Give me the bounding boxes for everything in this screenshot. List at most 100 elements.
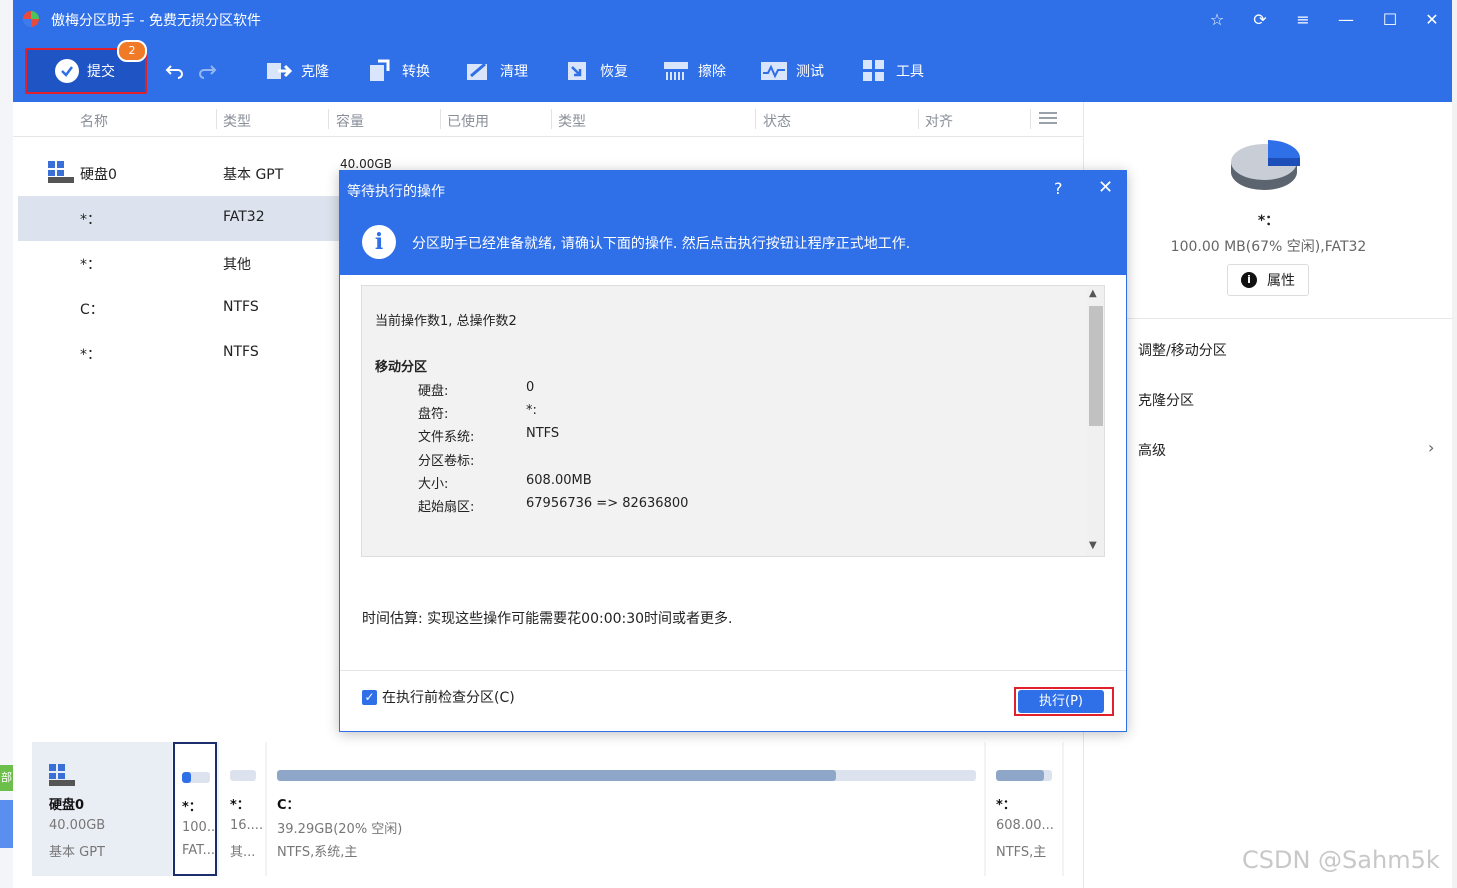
- disk-icon: [49, 764, 75, 786]
- divider: [340, 670, 1126, 671]
- usage-fill: [996, 770, 1044, 781]
- scroll-down-icon[interactable]: ▼: [1089, 540, 1097, 551]
- operations-list[interactable]: 当前操作数1, 总操作数2 移动分区 硬盘: 0 盘符: *: 文件系统: NT…: [361, 285, 1105, 557]
- resize-move-partition-action[interactable]: 调整/移动分区: [1138, 340, 1227, 360]
- col-divider: [440, 109, 441, 129]
- disk-map: 硬盘0 40.00GB 基本 GPT *： 100... FAT... *： 1…: [32, 742, 1064, 876]
- detail-value: NTFS: [526, 426, 560, 441]
- detail-key: 大小:: [418, 477, 449, 492]
- clean-icon: [464, 58, 492, 84]
- detail-value: *:: [526, 403, 537, 418]
- usage-bar: [996, 770, 1052, 781]
- title-bar: 傲梅分区助手 - 免费无损分区软件 ☆ ⟳ ≡ — ☐ ✕: [13, 0, 1452, 40]
- advanced-action[interactable]: 高级: [1138, 440, 1166, 460]
- disk-map-disk[interactable]: 硬盘0 40.00GB 基本 GPT: [32, 742, 172, 876]
- toolbar-wipe[interactable]: 擦除: [662, 56, 726, 86]
- usage-bar: [230, 770, 256, 781]
- minimize-icon[interactable]: —: [1333, 8, 1359, 32]
- partition-fs: NTFS,系统,主: [277, 845, 358, 860]
- table-header: 名称 类型 容量 已使用 类型 状态 对齐: [13, 102, 1083, 137]
- left-edge-strip: 部: [0, 0, 13, 888]
- pending-count-badge: 2: [117, 40, 147, 62]
- watermark: CSDN @Sahm5k: [1242, 846, 1440, 874]
- help-icon[interactable]: ?: [1054, 179, 1063, 198]
- time-estimate: 时间估算: 实现这些操作可能需要花00:00:30时间或者更多.: [362, 611, 733, 627]
- chevron-right-icon[interactable]: ›: [1428, 438, 1434, 457]
- disk-map-partition[interactable]: *： 100... FAT...: [173, 742, 217, 876]
- col-name[interactable]: 名称: [80, 111, 108, 131]
- col-divider: [918, 109, 919, 129]
- toolbar: 提交 2 克隆 转换 清理 恢复 擦除 测试 工具: [13, 40, 1452, 102]
- check-before-execute-checkbox[interactable]: ✓ 在执行前检查分区(C): [362, 687, 515, 707]
- properties-button[interactable]: i 属性: [1227, 264, 1309, 296]
- toolbar-convert-label: 转换: [402, 64, 430, 80]
- partition-type: 其他: [223, 257, 251, 273]
- scrollbar-thumb[interactable]: [1089, 306, 1103, 426]
- column-settings-icon[interactable]: [1039, 111, 1057, 131]
- partition-fs: NTFS,主: [996, 845, 1047, 860]
- checkbox-checked-icon[interactable]: ✓: [362, 689, 377, 705]
- toolbar-clone[interactable]: 克隆: [265, 56, 329, 86]
- right-edge-strip: [1452, 0, 1457, 888]
- window-title: 傲梅分区助手 - 免费无损分区软件: [51, 13, 261, 29]
- disk-map-disk-name: 硬盘0: [49, 798, 85, 813]
- col-divider: [755, 109, 756, 129]
- disk-map-partition[interactable]: *： 16.... 其...: [219, 742, 265, 876]
- checkmark-icon: [55, 59, 79, 83]
- divider: [1084, 318, 1453, 319]
- dialog-header: 等待执行的操作 ? ✕ i 分区助手已经准备就绪, 请确认下面的操作. 然后点击…: [340, 171, 1126, 275]
- col-used[interactable]: 已使用: [447, 111, 489, 131]
- col-fstype[interactable]: 类型: [558, 111, 586, 131]
- col-status[interactable]: 状态: [763, 111, 791, 131]
- usage-bar: [277, 770, 976, 781]
- partition-type: NTFS: [223, 344, 259, 360]
- execute-button[interactable]: 执行(P): [1018, 690, 1104, 713]
- close-icon[interactable]: ✕: [1419, 8, 1445, 32]
- scroll-up-icon[interactable]: ▲: [1089, 288, 1097, 299]
- toolbar-clone-label: 克隆: [301, 64, 329, 80]
- disk-map-partition[interactable]: *： 608.00... NTFS,主: [986, 742, 1062, 876]
- redo-icon[interactable]: [197, 56, 217, 86]
- partition-letter: *：: [230, 798, 250, 813]
- col-type[interactable]: 类型: [223, 111, 251, 131]
- partition-size: 100...: [182, 820, 216, 835]
- left-edge-label: 部: [0, 765, 13, 791]
- usage-fill: [182, 772, 192, 783]
- partition-fs: FAT...: [182, 843, 215, 858]
- test-icon: [760, 58, 788, 84]
- pie-chart-icon: [1231, 140, 1300, 190]
- toolbar-convert[interactable]: 转换: [366, 56, 430, 86]
- detail-value: 0: [526, 380, 535, 395]
- disk-map-partition[interactable]: C： 39.29GB(20% 空闲) NTFS,系统,主: [267, 742, 984, 876]
- disk-type: 基本 GPT: [223, 167, 284, 183]
- partition-type: FAT32: [223, 209, 265, 225]
- col-capacity[interactable]: 容量: [336, 111, 364, 131]
- menu-icon[interactable]: ≡: [1290, 8, 1316, 32]
- toolbar-tools[interactable]: 工具: [860, 56, 924, 86]
- col-align[interactable]: 对齐: [925, 111, 953, 131]
- maximize-icon[interactable]: ☐: [1377, 8, 1403, 32]
- dialog-title: 等待执行的操作: [347, 184, 445, 200]
- favorite-star-icon[interactable]: ☆: [1204, 8, 1230, 32]
- undo-icon[interactable]: [165, 56, 185, 86]
- dialog-close-icon[interactable]: ✕: [1098, 177, 1113, 198]
- detail-value: 67956736 => 82636800: [526, 496, 689, 511]
- operation-title: 移动分区: [375, 360, 428, 375]
- partition-size: 16....: [230, 818, 264, 833]
- clone-partition-action[interactable]: 克隆分区: [1138, 390, 1194, 410]
- refresh-icon[interactable]: ⟳: [1247, 8, 1273, 32]
- partition-letter: *：: [996, 798, 1016, 813]
- selected-partition-info: 100.00 MB(67% 空闲),FAT32: [1170, 239, 1367, 255]
- toolbar-test[interactable]: 测试: [760, 56, 824, 86]
- convert-icon: [366, 58, 394, 84]
- toolbar-clean-label: 清理: [500, 64, 528, 80]
- info-icon: i: [362, 225, 396, 259]
- detail-key: 文件系统:: [418, 430, 475, 445]
- toolbar-recover[interactable]: 恢复: [564, 56, 628, 86]
- toolbar-clean[interactable]: 清理: [464, 56, 528, 86]
- recover-icon: [564, 58, 592, 84]
- detail-key: 盘符:: [418, 407, 449, 422]
- submit-label: 提交: [87, 64, 115, 80]
- toolbar-wipe-label: 擦除: [698, 64, 726, 80]
- scrollbar[interactable]: ▲ ▼: [1086, 286, 1104, 556]
